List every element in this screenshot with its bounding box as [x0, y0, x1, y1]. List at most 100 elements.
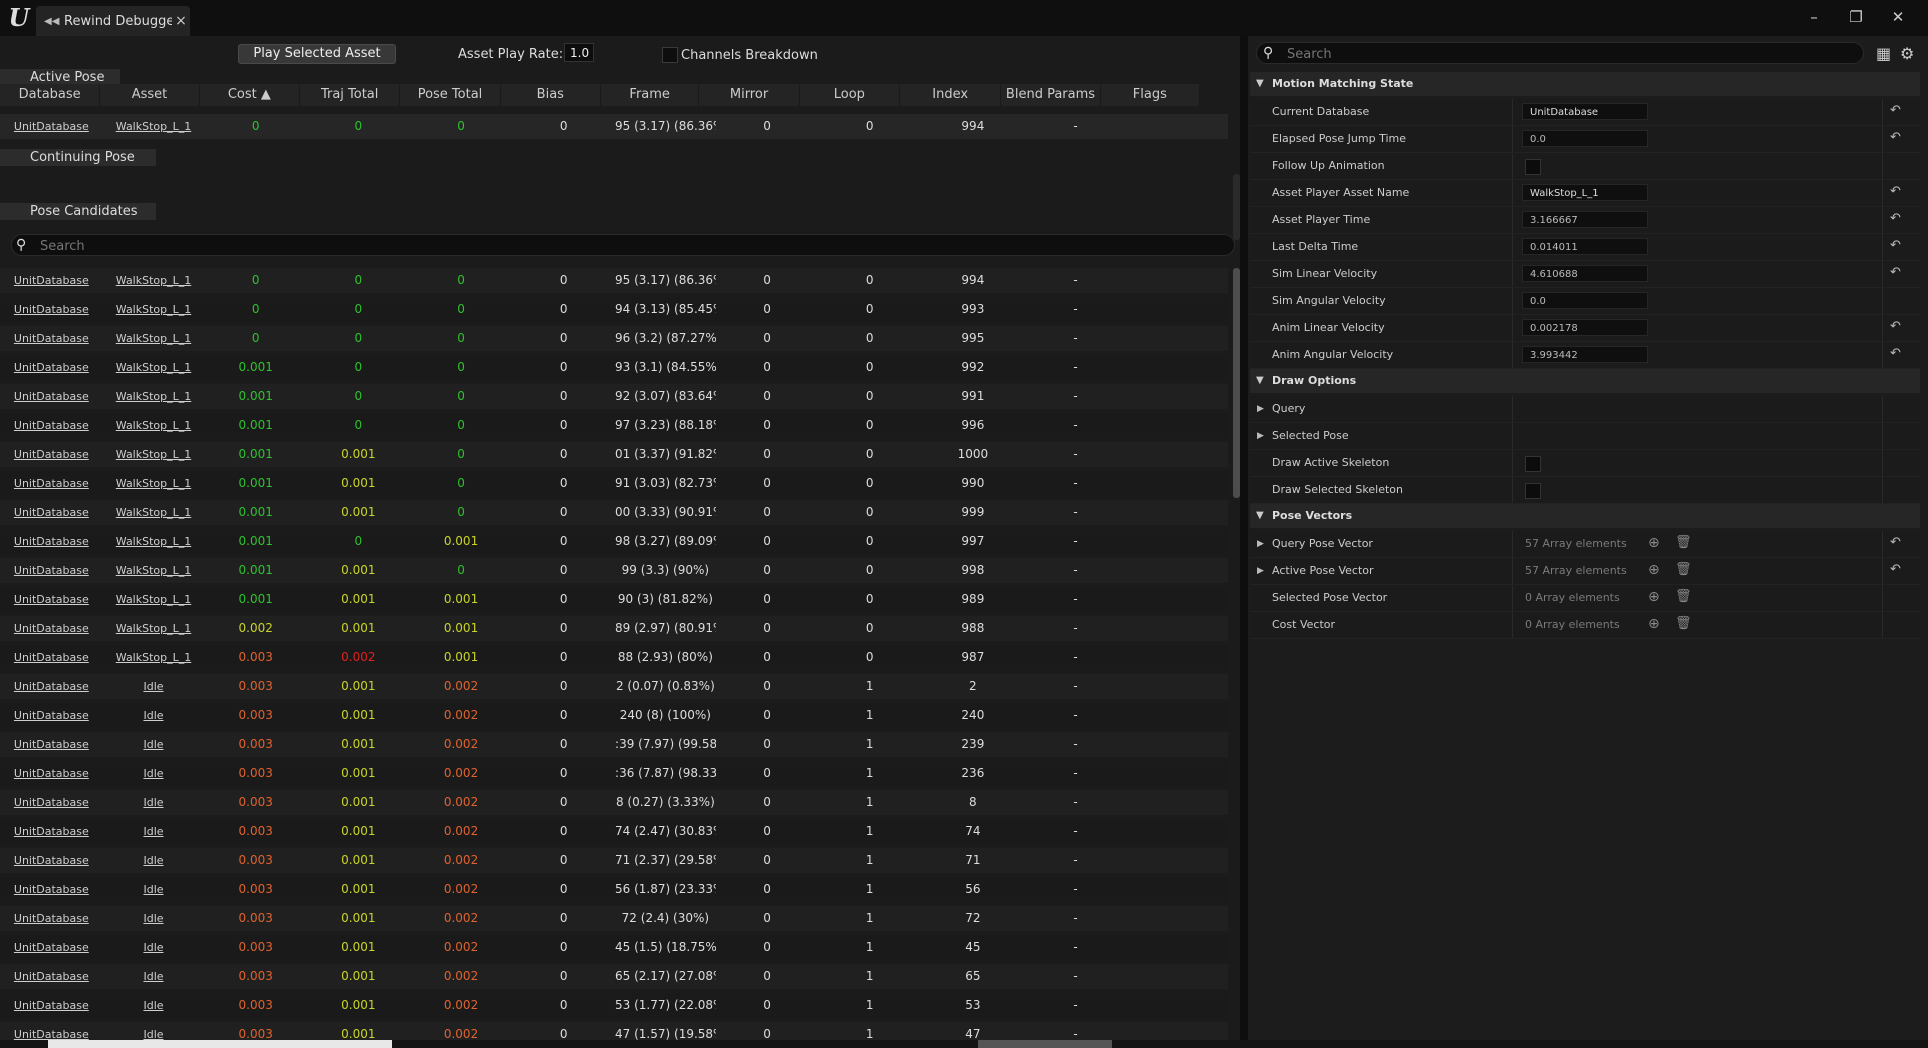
column-divider[interactable] — [1512, 234, 1513, 260]
column-divider[interactable] — [1512, 477, 1513, 503]
asset-link[interactable]: WalkStop_L_1 — [116, 361, 191, 374]
expand-arrow-icon[interactable]: ▶ — [1257, 558, 1264, 584]
column-header-frame[interactable]: Frame — [601, 84, 700, 106]
table-row[interactable]: UnitDatabase WalkStop_L_1 0.001 0 0.001 0 98 (… — [0, 529, 1228, 554]
settings-gear-icon[interactable]: ⚙ — [1900, 44, 1914, 63]
table-row[interactable]: UnitDatabase Idle 0.003 0.001 0.002 0 65 (2.17… — [0, 964, 1228, 989]
database-link[interactable]: UnitDatabase — [14, 361, 89, 374]
database-link[interactable]: UnitDatabase — [14, 999, 89, 1012]
property-value-field[interactable]: 0.0 — [1522, 292, 1648, 309]
asset-link[interactable]: WalkStop_L_1 — [116, 622, 191, 635]
table-row[interactable]: UnitDatabase Idle 0.003 0.001 0.002 0 74 (2.47… — [0, 819, 1228, 844]
column-divider[interactable] — [1512, 342, 1513, 368]
asset-link[interactable]: Idle — [143, 738, 163, 751]
table-row[interactable]: UnitDatabase Idle 0.003 0.001 0.002 0 53 (1.77… — [0, 993, 1228, 1018]
database-link[interactable]: UnitDatabase — [14, 854, 89, 867]
table-row[interactable]: UnitDatabase WalkStop_L_1 0.001 0 0 0 92 (3.07… — [0, 384, 1228, 409]
table-row[interactable]: UnitDatabase WalkStop_L_1 0.001 0 0 0 93 (3.1)… — [0, 355, 1228, 380]
channels-breakdown-checkbox[interactable] — [662, 47, 678, 63]
database-link[interactable]: UnitDatabase — [14, 274, 89, 287]
reset-to-default-icon[interactable]: ↶ — [1890, 211, 1901, 226]
column-header-index[interactable]: Index — [900, 84, 1002, 106]
database-link[interactable]: UnitDatabase — [14, 593, 89, 606]
database-link[interactable]: UnitDatabase — [14, 419, 89, 432]
table-row[interactable]: UnitDatabase Idle 0.003 0.001 0.002 0 71 (2.37… — [0, 848, 1228, 873]
table-row[interactable]: UnitDatabase WalkStop_L_1 0 0 0 0 95 (3.17) (8… — [0, 268, 1228, 293]
column-divider[interactable] — [1512, 315, 1513, 341]
column-header-pose-total[interactable]: Pose Total — [400, 84, 501, 106]
database-link[interactable]: UnitDatabase — [14, 709, 89, 722]
asset-link[interactable]: WalkStop_L_1 — [116, 448, 191, 461]
table-row[interactable]: UnitDatabase Idle 0.003 0.001 0.002 0 8 (0.27)… — [0, 790, 1228, 815]
column-divider[interactable] — [1512, 585, 1513, 611]
database-link[interactable]: UnitDatabase — [14, 477, 89, 490]
database-link[interactable]: UnitDatabase — [14, 448, 89, 461]
category-motion-matching-state[interactable]: ▼ Motion Matching State — [1250, 72, 1920, 96]
asset-link[interactable]: WalkStop_L_1 — [116, 120, 191, 133]
column-divider[interactable] — [1512, 612, 1513, 638]
asset-link[interactable]: Idle — [143, 854, 163, 867]
asset-link[interactable]: Idle — [143, 941, 163, 954]
asset-link[interactable]: Idle — [143, 883, 163, 896]
database-link[interactable]: UnitDatabase — [14, 332, 89, 345]
database-link[interactable]: UnitDatabase — [14, 622, 89, 635]
continuing-scrollbar[interactable] — [1233, 174, 1240, 240]
reset-to-default-icon[interactable]: ↶ — [1890, 184, 1901, 199]
asset-link[interactable]: WalkStop_L_1 — [116, 506, 191, 519]
reset-to-default-icon[interactable]: ↶ — [1890, 319, 1901, 334]
table-row[interactable]: UnitDatabase WalkStop_L_1 0.001 0.001 0.001 0… — [0, 587, 1228, 612]
asset-link[interactable]: Idle — [143, 796, 163, 809]
database-link[interactable]: UnitDatabase — [14, 767, 89, 780]
column-header-cost[interactable]: Cost ▲ — [200, 84, 300, 106]
column-header-mirror[interactable]: Mirror — [699, 84, 800, 106]
asset-link[interactable]: WalkStop_L_1 — [116, 593, 191, 606]
asset-link[interactable]: WalkStop_L_1 — [116, 390, 191, 403]
database-link[interactable]: UnitDatabase — [14, 883, 89, 896]
property-value-field[interactable]: 3.166667 — [1522, 211, 1648, 228]
database-link[interactable]: UnitDatabase — [14, 796, 89, 809]
property-value-field[interactable]: 0.002178 — [1522, 319, 1648, 336]
delete-elements-icon[interactable]: 🗑 — [1675, 616, 1692, 631]
property-value-field[interactable]: UnitDatabase — [1522, 103, 1648, 120]
play-selected-asset-button[interactable]: Play Selected Asset — [238, 44, 396, 64]
column-divider[interactable] — [1512, 99, 1513, 125]
asset-link[interactable]: Idle — [143, 709, 163, 722]
expand-arrow-icon[interactable]: ▶ — [1257, 396, 1264, 422]
candidates-search-bar[interactable]: ⚲ — [11, 234, 1235, 256]
column-header-asset[interactable]: Asset — [100, 84, 200, 106]
expand-arrow-icon[interactable]: ▶ — [1257, 531, 1264, 557]
column-header-blend-params[interactable]: Blend Params — [1001, 84, 1101, 106]
property-checkbox[interactable] — [1525, 483, 1541, 499]
details-search-input[interactable] — [1285, 44, 1849, 64]
database-link[interactable]: UnitDatabase — [14, 303, 89, 316]
database-link[interactable]: UnitDatabase — [14, 120, 89, 133]
asset-link[interactable]: WalkStop_L_1 — [116, 535, 191, 548]
reset-to-default-icon[interactable]: ↶ — [1890, 130, 1901, 145]
database-link[interactable]: UnitDatabase — [14, 390, 89, 403]
column-divider[interactable] — [1512, 423, 1513, 449]
column-header-traj-total[interactable]: Traj Total — [300, 84, 401, 106]
collapse-arrow-icon[interactable]: ▼ — [1256, 504, 1264, 528]
add-element-icon[interactable]: ⊕ — [1648, 562, 1660, 578]
candidates-search-input[interactable] — [38, 236, 1222, 256]
add-element-icon[interactable]: ⊕ — [1648, 616, 1660, 632]
asset-link[interactable]: WalkStop_L_1 — [116, 332, 191, 345]
table-row[interactable]: UnitDatabase WalkStop_L_1 0.001 0 0 0 97 (3.23… — [0, 413, 1228, 438]
asset-link[interactable]: WalkStop_L_1 — [116, 477, 191, 490]
table-row[interactable]: UnitDatabase WalkStop_L_1 0.001 0.001 0 0 91 (… — [0, 471, 1228, 496]
asset-link[interactable]: Idle — [143, 912, 163, 925]
column-divider[interactable] — [1512, 180, 1513, 206]
category-pose-vectors[interactable]: ▼ Pose Vectors — [1250, 504, 1920, 528]
table-row[interactable]: UnitDatabase WalkStop_L_1 0.003 0.002 0.001 0… — [0, 645, 1228, 670]
tab-close-icon[interactable]: × — [172, 13, 190, 29]
table-row[interactable]: UnitDatabase Idle 0.003 0.001 0.002 0 56 (1.87… — [0, 877, 1228, 902]
active-pose-row[interactable]: UnitDatabase WalkStop_L_1 0 0 0 0 95 (3.17) (8… — [0, 114, 1228, 139]
property-checkbox[interactable] — [1525, 159, 1541, 175]
reset-to-default-icon[interactable]: ↶ — [1890, 346, 1901, 361]
column-divider[interactable] — [1512, 531, 1513, 557]
reset-to-default-icon[interactable]: ↶ — [1890, 265, 1901, 280]
horizontal-scrollbar-right[interactable] — [978, 1040, 1112, 1048]
table-row[interactable]: UnitDatabase Idle 0.003 0.001 0.002 0 72 (2.4)… — [0, 906, 1228, 931]
minimize-icon[interactable]: – — [1794, 4, 1834, 30]
column-divider[interactable] — [1512, 558, 1513, 584]
